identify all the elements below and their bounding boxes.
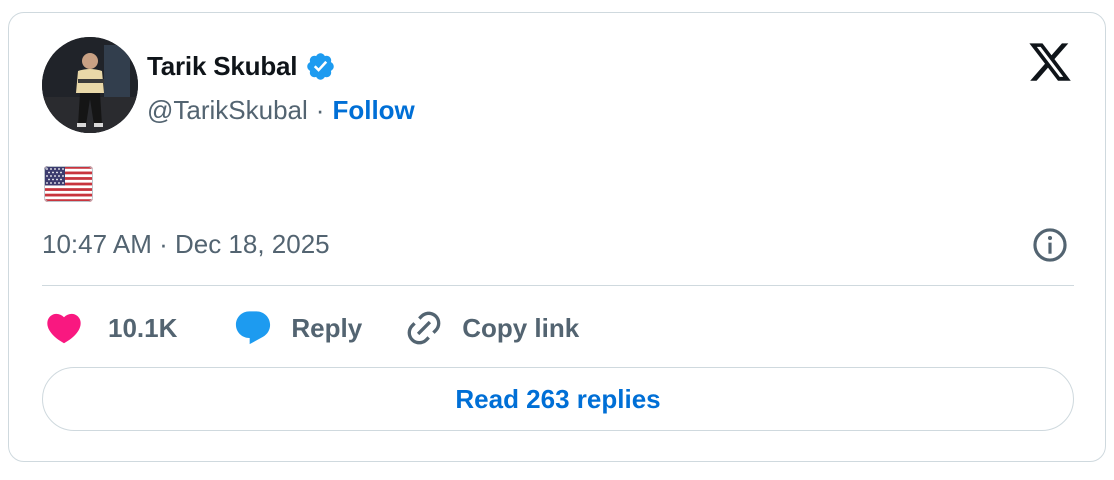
- author-name[interactable]: Tarik Skubal: [147, 51, 297, 82]
- separator-dot: ·: [315, 94, 325, 125]
- avatar[interactable]: [42, 37, 138, 133]
- divider: [42, 285, 1074, 286]
- heart-icon: [44, 308, 84, 348]
- author-handle[interactable]: @TarikSkubal: [147, 95, 308, 126]
- copy-link-label: Copy link: [462, 312, 580, 343]
- link-icon: [404, 308, 444, 348]
- reply-button[interactable]: Reply: [177, 308, 362, 348]
- follow-button[interactable]: Follow: [332, 95, 414, 126]
- x-logo-icon[interactable]: [1027, 39, 1073, 85]
- verified-badge-icon: [305, 51, 336, 82]
- reply-label: Reply: [291, 312, 363, 343]
- read-replies-button[interactable]: Read 263 replies: [42, 367, 1074, 431]
- info-icon[interactable]: [1031, 226, 1069, 264]
- tweet-timestamp[interactable]: 10:47 AM · Dec 18, 2025: [42, 229, 330, 260]
- like-button[interactable]: 10.1K: [42, 308, 177, 348]
- us-flag-icon: [44, 166, 93, 202]
- action-bar: 10.1K Reply Copy link: [42, 307, 579, 349]
- author-handle-row: @TarikSkubal · Follow: [147, 93, 415, 127]
- copy-link-button[interactable]: Copy link: [362, 308, 579, 348]
- like-count: 10.1K: [108, 312, 178, 343]
- author-name-row: Tarik Skubal: [147, 49, 336, 83]
- speech-bubble-icon: [233, 308, 273, 348]
- tweet-embed-card: Tarik Skubal @TarikSkubal · Follow 10:47…: [8, 12, 1106, 462]
